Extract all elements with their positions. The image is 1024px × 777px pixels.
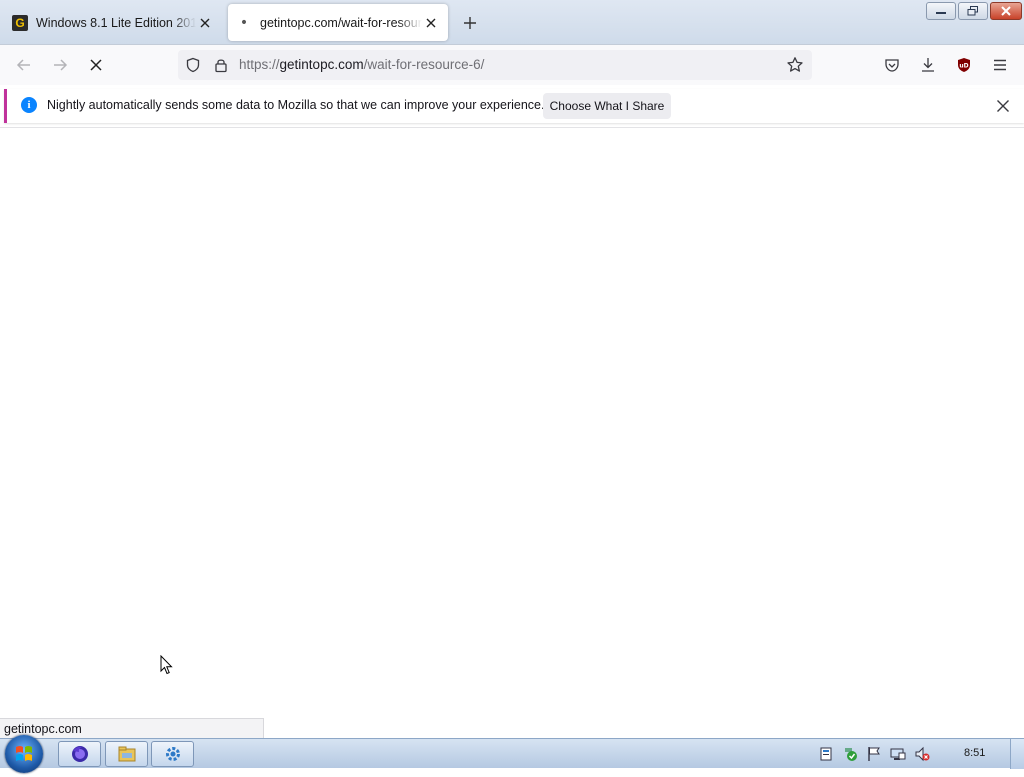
hamburger-menu-icon [994,59,1006,71]
lock-icon[interactable] [212,56,230,74]
show-desktop-button[interactable] [1010,739,1024,769]
close-icon[interactable] [196,14,214,32]
file-explorer-icon [118,746,135,762]
bookmark-star-icon[interactable] [786,56,804,74]
pocket-icon [885,59,899,72]
tab-wait-for-resource[interactable]: • getintopc.com/wait-for-resource-6/ [228,4,448,41]
stop-icon [90,59,102,71]
pocket-button[interactable] [880,53,904,77]
url-host: getintopc.com [279,57,364,72]
start-button[interactable] [5,735,43,773]
windows-logo-icon [16,746,32,761]
new-tab-button[interactable] [458,11,482,35]
url-bar[interactable]: https://getintopc.com/wait-for-resource-… [178,50,812,80]
window-close-button[interactable] [990,2,1022,20]
taskbar-settings[interactable] [151,741,194,767]
ublock-origin-icon: uD [958,58,970,72]
tracking-shield-icon[interactable] [184,56,202,74]
info-icon: i [21,97,37,113]
app-menu-button[interactable] [988,53,1012,77]
back-arrow-icon [16,59,30,71]
taskbar-firefox-nightly[interactable] [58,741,101,767]
mouse-cursor-icon [160,655,173,675]
minimize-button[interactable] [926,2,956,20]
forward-button[interactable] [48,53,72,77]
downloads-icon [922,58,934,72]
tab-title: Windows 8.1 Lite Edition 2017 Free Downl… [36,15,196,30]
close-icon[interactable] [422,14,440,32]
getintopc-g-icon: G [12,14,28,31]
notification-close-button[interactable] [993,96,1013,116]
firefox-nightly-icon [71,746,88,762]
restore-button[interactable] [958,2,988,20]
taskbar: 8:51 [0,735,1024,773]
volume-muted-icon[interactable] [914,746,930,762]
taskbar-clock[interactable]: 8:51 [964,747,985,759]
window-controls [924,2,1022,20]
system-tray [818,739,938,769]
ublock-origin-button[interactable]: uD [952,53,976,77]
stop-button[interactable] [84,53,108,77]
forward-arrow-icon [54,59,68,71]
network-icon[interactable] [818,746,834,762]
svg-text:uD: uD [959,63,968,70]
url-text[interactable]: https://getintopc.com/wait-for-resource-… [239,57,484,72]
notification-message: Nightly automatically sends some data to… [47,98,545,112]
url-path: /wait-for-resource-6/ [363,57,485,72]
close-icon [997,100,1009,112]
url-scheme: https:// [239,57,280,72]
downloads-button[interactable] [916,53,940,77]
taskbar-file-explorer[interactable] [105,741,148,767]
security-check-icon[interactable] [842,746,858,762]
back-button[interactable] [12,53,36,77]
plus-icon [464,17,476,29]
settings-gear-icon [165,747,180,761]
navigation-toolbar: https://getintopc.com/wait-for-resource-… [0,45,1024,85]
tab-windows-81[interactable]: G Windows 8.1 Lite Edition 2017 Free Dow… [4,4,222,41]
page-content[interactable] [0,128,1024,738]
choose-what-i-share-button[interactable]: Choose What I Share [543,93,671,119]
action-center-flag-icon[interactable] [866,746,882,762]
display-icon[interactable] [890,746,906,762]
loading-dot-icon: • [239,14,249,31]
tab-title: getintopc.com/wait-for-resource-6/ [260,15,422,30]
notification-bar: i Nightly automatically sends some data … [4,89,1024,123]
tab-strip: G Windows 8.1 Lite Edition 2017 Free Dow… [0,0,1024,45]
